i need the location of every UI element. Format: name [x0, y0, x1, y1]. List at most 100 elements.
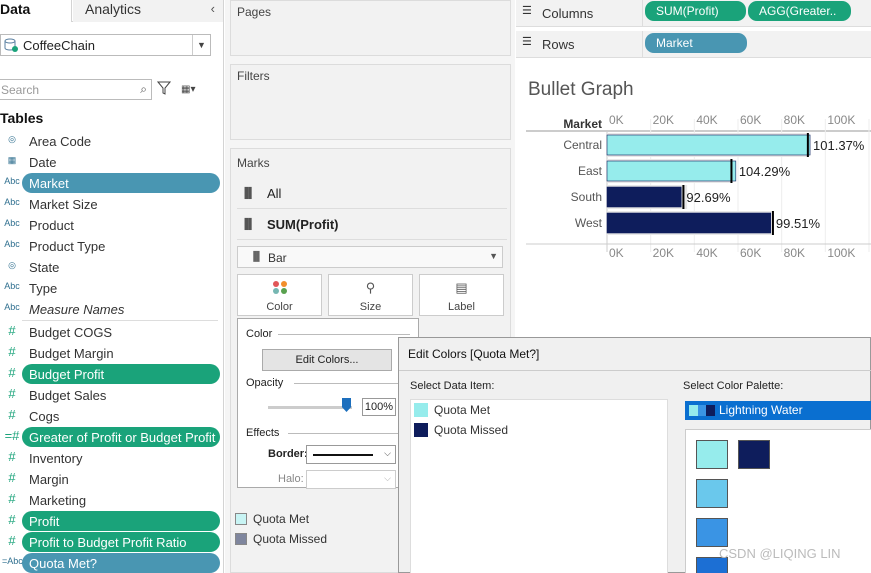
mark-type-select[interactable]: ▐▌ Bar ▼	[237, 246, 503, 268]
columns-shelf[interactable]: ☰ Columns SUM(Profit) AGG(Greater..	[516, 0, 871, 27]
palette-chip[interactable]	[696, 518, 728, 547]
field-item[interactable]: Abc Measure Names	[0, 299, 222, 319]
field-item[interactable]: # Profit	[0, 511, 222, 531]
field-item[interactable]: Abc Product Type	[0, 236, 222, 256]
data-label: 104.29%	[739, 164, 791, 179]
field-label: Budget Profit	[29, 367, 105, 382]
legend-swatch	[235, 533, 247, 545]
divider	[399, 370, 871, 371]
collapse-left-icon[interactable]: ‹	[211, 1, 215, 16]
opacity-value[interactable]: 100%	[362, 398, 396, 416]
opacity-slider[interactable]	[268, 406, 352, 409]
chevron-down-icon: ⌵	[384, 448, 391, 458]
palette-select[interactable]: Lightning Water	[685, 401, 871, 420]
field-label: Greater of Profit or Budget Profit	[29, 430, 216, 445]
palette-chip[interactable]	[696, 479, 728, 508]
field-label: Market	[29, 176, 69, 191]
palette-preview	[689, 405, 716, 416]
search-placeholder: Search	[1, 83, 40, 97]
search-icon[interactable]: ⌕	[140, 82, 147, 97]
marks-sum-profit[interactable]: ▐▌ SUM(Profit)	[237, 210, 507, 240]
halo-select[interactable]: ⌵	[306, 470, 396, 489]
field-item[interactable]: # Budget Sales	[0, 385, 222, 405]
tab-analytics[interactable]: Analytics	[73, 0, 223, 22]
field-item[interactable]: ◎ Area Code	[0, 131, 222, 151]
bar-chart-icon: ▐▌	[241, 219, 256, 230]
datasource-select[interactable]: CoffeeChain ▼	[0, 34, 211, 56]
legend-swatch	[235, 513, 247, 525]
legend-item-quota-missed[interactable]: Quota Missed	[235, 532, 327, 546]
field-label: Marketing	[29, 493, 87, 508]
filters-shelf[interactable]: Filters	[230, 64, 511, 140]
marks-all[interactable]: ▐▌ All	[237, 179, 507, 209]
measure-icon: #	[8, 533, 16, 548]
dimension-icon: Abc	[4, 302, 20, 312]
x-tick-label: 40K	[696, 246, 717, 260]
palette-chip[interactable]	[696, 440, 728, 469]
label-button[interactable]: ▤ Label	[419, 274, 504, 316]
calendar-icon: ▦	[7, 155, 17, 165]
field-item[interactable]: # Margin	[0, 469, 222, 489]
field-item[interactable]: # Budget Profit	[0, 364, 222, 384]
field-item[interactable]: Abc Market Size	[0, 194, 222, 214]
edit-colors-dialog: Edit Colors [Quota Met?] Select Data Ite…	[398, 337, 871, 573]
rows-pill-market[interactable]: Market	[645, 33, 747, 53]
color-button[interactable]: Color	[237, 274, 322, 316]
field-label: Quota Met?	[29, 556, 97, 571]
rows-shelf[interactable]: ☰ Rows Market	[516, 31, 871, 58]
tab-data[interactable]: Data	[0, 0, 72, 22]
dimension-icon: Abc	[4, 176, 20, 186]
chevron-down-icon: ▼	[489, 251, 498, 261]
field-item[interactable]: # Profit to Budget Profit Ratio	[0, 532, 222, 552]
field-label: Margin	[29, 472, 69, 487]
columns-pill-agg-greater[interactable]: AGG(Greater..	[748, 1, 851, 21]
palette-chip[interactable]	[738, 440, 770, 469]
legend-label: Quota Met	[253, 512, 310, 526]
field-item[interactable]: =Abc Quota Met?	[0, 553, 222, 573]
field-item[interactable]: # Cogs	[0, 406, 222, 426]
border-select[interactable]: ⌵	[306, 445, 396, 464]
filter-icon[interactable]	[157, 81, 171, 96]
field-item[interactable]: Abc Type	[0, 278, 222, 298]
opacity-heading: Opacity	[246, 377, 284, 389]
legend-item-quota-met[interactable]: Quota Met	[235, 512, 309, 526]
filters-title: Filters	[237, 69, 270, 83]
field-item[interactable]: ◎ State	[0, 257, 222, 277]
field-label: Inventory	[29, 451, 83, 466]
view-list-icon[interactable]: ▦▾	[181, 84, 195, 95]
edit-colors-button[interactable]: Edit Colors...	[262, 349, 392, 371]
field-item[interactable]: # Budget COGS	[0, 322, 222, 342]
bar	[606, 134, 811, 156]
measure-icon: #	[8, 365, 16, 380]
category-label: West	[575, 216, 603, 230]
field-item[interactable]: Abc Market	[0, 173, 222, 193]
field-item[interactable]: ▦ Date	[0, 152, 222, 172]
measure-icon: #	[8, 449, 16, 464]
chevron-down-icon[interactable]: ▼	[192, 35, 210, 55]
border-label: Border:	[268, 448, 308, 460]
field-item[interactable]: # Budget Margin	[0, 343, 222, 363]
dimension-icon: Abc	[4, 239, 20, 249]
chart-area: Bullet Graph Market 0K 0K 20K 20K 40K 40K 60K 60…	[518, 64, 871, 314]
pages-shelf[interactable]: Pages	[230, 0, 511, 56]
field-item[interactable]: Abc Product	[0, 215, 222, 235]
size-button[interactable]: ⚲ Size	[328, 274, 413, 316]
field-item[interactable]: # Marketing	[0, 490, 222, 510]
bar-chart-icon: ▐▌	[250, 251, 263, 261]
field-item[interactable]: =# Greater of Profit or Budget Profit	[0, 427, 222, 447]
field-item[interactable]: # Inventory	[0, 448, 222, 468]
data-item-label: Quota Met	[434, 403, 491, 417]
x-tick-label: 60K	[740, 113, 761, 127]
data-item-quota-missed[interactable]: Quota Missed	[414, 423, 508, 437]
bar	[606, 160, 737, 182]
data-pane: Data Analytics ‹ CoffeeChain ▼ Search ⌕ …	[0, 0, 224, 573]
opacity-slider-handle[interactable]	[342, 398, 351, 412]
mark-type-value: Bar	[268, 251, 287, 265]
field-label: Product	[29, 218, 74, 233]
label-icon: ▤	[455, 280, 468, 295]
effects-heading: Effects	[246, 427, 280, 439]
data-item-quota-met[interactable]: Quota Met	[414, 403, 490, 417]
data-item-label: Quota Missed	[434, 423, 509, 437]
columns-pill-sum-profit[interactable]: SUM(Profit)	[645, 1, 746, 21]
search-input[interactable]: Search ⌕	[0, 79, 152, 100]
